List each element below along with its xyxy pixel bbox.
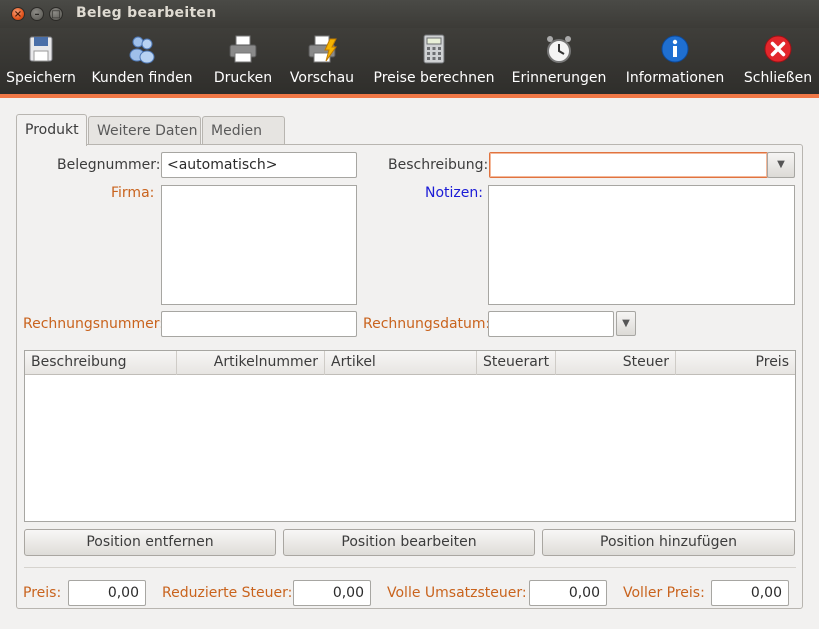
belegnummer-field[interactable] xyxy=(161,152,357,178)
close-icon xyxy=(764,35,792,63)
calculator-icon xyxy=(423,34,445,64)
voller-preis-label: Voller Preis: xyxy=(623,585,705,601)
information-button[interactable]: Informationen xyxy=(620,28,730,94)
preis-label: Preis: xyxy=(23,585,62,601)
table-header: Beschreibung Artikelnummer Artikel Steue… xyxy=(25,351,795,375)
column-header-steuerart[interactable]: Steuerart xyxy=(477,351,556,375)
edit-position-button[interactable]: Position bearbeiten xyxy=(283,529,535,556)
printer-icon xyxy=(229,35,257,63)
toolbar: Speichern Kunden finden Drucken Vorschau xyxy=(0,28,819,94)
beschreibung-dropdown-button[interactable]: ▼ xyxy=(767,152,795,178)
volle-umsatzsteuer-label: Volle Umsatzsteuer: xyxy=(387,585,527,601)
positions-table[interactable]: Beschreibung Artikelnummer Artikel Steue… xyxy=(24,350,796,522)
column-header-beschreibung[interactable]: Beschreibung xyxy=(25,351,177,375)
title-bar: × – □ Beleg bearbeiten xyxy=(0,0,819,28)
reminders-label: Erinnerungen xyxy=(511,70,607,86)
close-button[interactable]: Schließen xyxy=(740,28,816,94)
floppy-disk-icon xyxy=(29,36,53,62)
save-button[interactable]: Speichern xyxy=(0,28,82,94)
calculate-prices-button[interactable]: Preise berechnen xyxy=(370,28,498,94)
window-close-button[interactable]: × xyxy=(11,7,25,21)
preview-label: Vorschau xyxy=(289,70,355,86)
information-label: Informationen xyxy=(625,70,725,86)
volle-umsatzsteuer-field[interactable] xyxy=(529,580,607,606)
column-header-preis[interactable]: Preis xyxy=(676,351,795,375)
window-minimize-button[interactable]: – xyxy=(30,7,44,21)
preis-field[interactable] xyxy=(68,580,146,606)
firma-textarea[interactable] xyxy=(161,185,357,305)
preview-button[interactable]: Vorschau xyxy=(286,28,358,94)
tab-weitere-daten[interactable]: Weitere Daten xyxy=(88,116,201,145)
rechnungsnummer-label: Rechnungsnummer: xyxy=(23,316,164,332)
notizen-label: Notizen: xyxy=(425,185,483,201)
column-header-artikelnummer[interactable]: Artikelnummer xyxy=(177,351,325,375)
belegnummer-label: Belegnummer: xyxy=(57,157,161,173)
rechnungsnummer-field[interactable] xyxy=(161,311,357,337)
add-position-button[interactable]: Position hinzufügen xyxy=(542,529,795,556)
voller-preis-field[interactable] xyxy=(711,580,789,606)
find-customers-button[interactable]: Kunden finden xyxy=(90,28,194,94)
print-preview-icon xyxy=(308,35,337,63)
close-label: Schließen xyxy=(743,70,813,86)
totals-separator xyxy=(24,567,796,568)
toolbar-accent-bar xyxy=(0,94,819,98)
beschreibung-label: Beschreibung: xyxy=(388,157,489,173)
alarm-clock-icon xyxy=(547,36,571,63)
rechnungsdatum-dropdown-button[interactable]: ▼ xyxy=(616,311,636,336)
firma-label: Firma: xyxy=(111,185,155,201)
print-label: Drucken xyxy=(213,70,273,86)
people-icon xyxy=(129,36,155,64)
print-button[interactable]: Drucken xyxy=(207,28,279,94)
find-customers-label: Kunden finden xyxy=(91,70,193,86)
reminders-button[interactable]: Erinnerungen xyxy=(510,28,608,94)
remove-position-button[interactable]: Position entfernen xyxy=(24,529,276,556)
window-title: Beleg bearbeiten xyxy=(76,5,217,21)
beschreibung-field[interactable] xyxy=(489,152,768,178)
reduzierte-steuer-field[interactable] xyxy=(293,580,371,606)
calculate-prices-label: Preise berechnen xyxy=(373,70,495,86)
column-header-steuer[interactable]: Steuer xyxy=(556,351,676,375)
window-maximize-button[interactable]: □ xyxy=(49,7,63,21)
info-icon xyxy=(661,35,689,63)
tab-medien[interactable]: Medien xyxy=(202,116,285,145)
save-label: Speichern xyxy=(6,70,76,86)
notizen-textarea[interactable] xyxy=(488,185,795,305)
column-header-artikel[interactable]: Artikel xyxy=(325,351,477,375)
tab-produkt[interactable]: Produkt xyxy=(16,114,87,146)
rechnungsdatum-field[interactable] xyxy=(488,311,614,337)
rechnungsdatum-label: Rechnungsdatum: xyxy=(363,316,491,332)
reduzierte-steuer-label: Reduzierte Steuer: xyxy=(162,585,293,601)
